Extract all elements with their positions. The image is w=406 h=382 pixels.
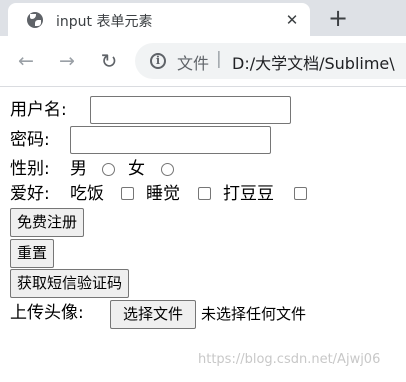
tab-bar: input 表单元素 ✕ + [0, 0, 406, 36]
hobby-eat-checkbox[interactable] [121, 187, 134, 200]
username-label: 用户名: [10, 100, 67, 120]
url-text[interactable]: D:/大学文档/Sublime\ [232, 50, 395, 74]
reset-button[interactable]: 重置 [10, 239, 55, 268]
gender-option-male-label: 男 [70, 159, 87, 179]
avatar-row: 上传头像: [10, 300, 90, 326]
address-bar[interactable]: i 文件 | D:/大学文档/Sublime\ [135, 43, 406, 79]
gender-label: 性别: [10, 159, 50, 179]
info-icon[interactable]: i [150, 53, 166, 69]
new-tab-icon[interactable]: + [326, 6, 350, 30]
hobby-option-eat-label: 吃饭 [70, 184, 104, 204]
browser-toolbar: ← → ↻ i 文件 | D:/大学文档/Sublime\ [0, 36, 406, 87]
hobby-option-sleep-label: 睡觉 [146, 184, 180, 204]
get-sms-code-button[interactable]: 获取短信验证码 [10, 269, 130, 298]
register-button[interactable]: 免费注册 [10, 208, 85, 237]
choose-file-button[interactable]: 选择文件 [110, 300, 196, 329]
hobby-sleep-checkbox[interactable] [198, 187, 211, 200]
hobby-option-beat-label: 打豆豆 [223, 184, 274, 204]
hobby-label: 爱好: [10, 184, 50, 204]
hobby-row: 爱好: 吃饭 睡觉 打豆豆 [10, 181, 320, 207]
no-file-chosen-text: 未选择任何文件 [201, 305, 307, 323]
gender-option-female-label: 女 [128, 159, 145, 179]
password-label: 密码: [10, 130, 50, 150]
forward-arrow-icon[interactable]: → [55, 49, 79, 73]
hobby-beat-checkbox[interactable] [294, 187, 307, 200]
username-row: 用户名: [10, 97, 67, 123]
password-row: 密码: [10, 127, 50, 153]
browser-tab[interactable]: input 表单元素 ✕ [8, 3, 310, 36]
gender-female-radio[interactable] [161, 163, 174, 176]
password-input[interactable] [70, 126, 271, 154]
gender-row: 性别: 男 女 [10, 156, 210, 182]
back-arrow-icon[interactable]: ← [14, 49, 38, 73]
globe-icon [27, 12, 43, 28]
username-input[interactable] [90, 96, 291, 124]
avatar-label: 上传头像: [10, 303, 84, 323]
watermark: https://blog.csdn.net/Ajwj06 [198, 352, 381, 367]
page-content: 用户名: 密码: 性别: 男 女 爱好: 吃饭 睡觉 打豆豆 免费注册 重置 获… [0, 88, 406, 382]
url-separator: | [216, 49, 222, 69]
reload-icon[interactable]: ↻ [97, 49, 121, 73]
tab-title: input 表单元素 [56, 14, 153, 30]
close-icon[interactable]: ✕ [283, 11, 301, 29]
gender-male-radio[interactable] [102, 163, 115, 176]
url-scheme-label: 文件 [177, 54, 210, 73]
